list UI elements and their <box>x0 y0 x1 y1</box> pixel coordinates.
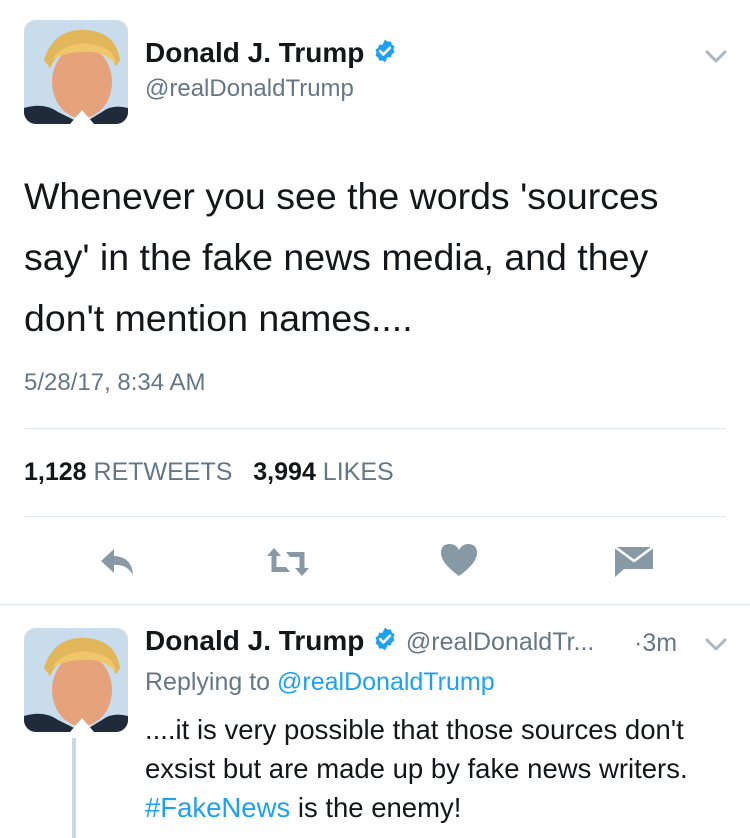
reply-author-name[interactable]: Donald J. Trump <box>145 625 364 656</box>
reply-text-start: ....it is very possible that those sourc… <box>145 714 688 784</box>
tweet-stats: 1,128 RETWEETS 3,994 LIKES <box>24 456 394 488</box>
author-name[interactable]: Donald J. Trump <box>145 37 364 68</box>
reply-text: ....it is very possible that those sourc… <box>145 710 735 827</box>
replying-to-line: Replying to @realDonaldTrump <box>145 666 495 698</box>
reply-text-end: is the enemy! <box>290 792 462 823</box>
like-label: LIKES <box>322 458 394 486</box>
author-avatar-image <box>24 20 128 124</box>
retweet-icon[interactable] <box>266 540 310 584</box>
divider <box>24 516 726 517</box>
retweet-label: RETWEETS <box>93 458 233 486</box>
verified-badge-icon <box>372 38 398 72</box>
hashtag-link[interactable]: #FakeNews <box>145 792 290 823</box>
chevron-down-icon[interactable] <box>703 46 729 66</box>
retweet-stat[interactable]: 1,128 RETWEETS <box>24 458 239 486</box>
replying-to-label: Replying to <box>145 668 271 696</box>
divider <box>24 428 726 429</box>
replying-to-handle[interactable]: @realDonaldTrump <box>277 668 495 696</box>
verified-badge-icon <box>372 626 398 660</box>
like-count: 3,994 <box>253 458 316 486</box>
author-handle[interactable]: @realDonaldTrump <box>145 74 354 104</box>
reply-icon[interactable] <box>96 540 140 584</box>
reply-author-avatar[interactable] <box>24 628 128 732</box>
direct-message-icon[interactable] <box>612 540 656 584</box>
divider <box>0 604 750 605</box>
chevron-down-icon[interactable] <box>703 634 729 654</box>
retweet-count: 1,128 <box>24 458 87 486</box>
like-stat[interactable]: 3,994 LIKES <box>253 458 393 486</box>
thread-connector-line <box>72 738 76 838</box>
reply-author-avatar-image <box>24 628 128 732</box>
author-avatar[interactable] <box>24 20 128 124</box>
reply-age: 3m <box>642 629 678 657</box>
tweet-text: Whenever you see the words 'sources say'… <box>24 175 659 339</box>
tweet-timestamp[interactable]: 5/28/17, 8:34 AM <box>24 368 205 398</box>
reply-author-handle[interactable]: @realDonaldTr... <box>406 628 594 656</box>
like-icon[interactable] <box>437 538 481 582</box>
